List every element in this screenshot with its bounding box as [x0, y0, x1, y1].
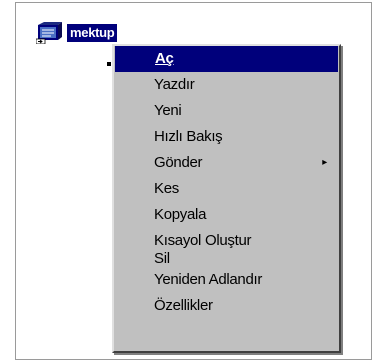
menu-item-label: Yeniden Adlandır — [154, 271, 263, 288]
file-label[interactable]: mektup — [67, 24, 118, 42]
menu-item-label: Yazdır — [154, 76, 195, 93]
menu-item-yazdir[interactable]: Yazdır — [114, 72, 339, 98]
menu-item-label: Kopyala — [154, 206, 207, 223]
menu-item-kopyala[interactable]: Kopyala — [114, 202, 339, 228]
menu-item-ac[interactable]: Aç — [115, 46, 338, 72]
menu-item-yeni[interactable]: Yeni — [114, 98, 339, 124]
menu-item-label: Gönder — [154, 154, 203, 171]
submenu-arrow-icon: ▸ — [322, 157, 327, 168]
context-menu: Aç Yazdır Yeni Hızlı Bakış Gönder ▸ Kes … — [112, 44, 341, 353]
menu-item-label: Kısayol Oluştur — [154, 232, 252, 249]
menu-item-label: Sil — [154, 250, 170, 267]
desktop-file-mektup[interactable]: mektup — [35, 22, 118, 45]
menu-item-label: Hızlı Bakış — [154, 128, 223, 145]
menu-item-kes[interactable]: Kes — [114, 176, 339, 202]
menu-item-label: Yeni — [154, 102, 182, 119]
menu-item-label: Aç — [155, 50, 174, 67]
menu-item-label: Kes — [154, 180, 179, 197]
menu-item-yeniden-adlandir[interactable]: Yeniden Adlandır — [114, 267, 339, 293]
menu-item-ozellikler[interactable]: Özellikler — [114, 293, 339, 319]
menu-item-gonder[interactable]: Gönder ▸ — [114, 150, 339, 176]
menu-item-sil[interactable]: Sil — [114, 250, 339, 267]
menu-item-hizli-bakis[interactable]: Hızlı Bakış — [114, 124, 339, 150]
menu-item-label: Özellikler — [154, 297, 213, 314]
mouse-pointer-dot — [107, 62, 111, 66]
document-icon — [35, 22, 64, 45]
menu-item-kisayol-olustur[interactable]: Kısayol Oluştur — [114, 228, 339, 250]
